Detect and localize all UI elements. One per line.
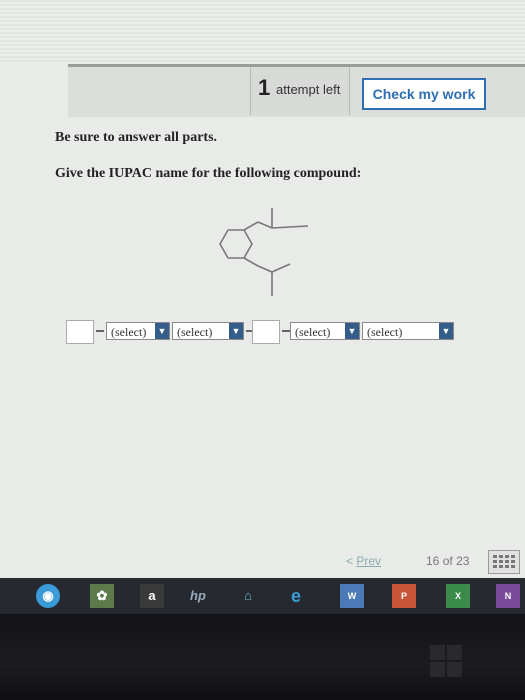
store-icon[interactable]: ⌂: [236, 584, 260, 608]
select-2-value: (select): [177, 325, 213, 339]
cyclohexane-ring-upper: [219, 229, 253, 259]
prefix-input-1[interactable]: [66, 320, 94, 344]
bond-upper-1: [243, 221, 259, 231]
word-icon[interactable]: W: [340, 584, 364, 608]
select-dropdown-1[interactable]: (select) ▼: [106, 322, 170, 340]
check-my-work-button[interactable]: Check my work: [362, 78, 486, 110]
select-dropdown-4[interactable]: (select) ▼: [362, 322, 454, 340]
chevron-down-icon: ▼: [345, 323, 359, 339]
prev-label: Prev: [356, 554, 382, 568]
select-dropdown-3[interactable]: (select) ▼: [290, 322, 360, 340]
edge-icon[interactable]: e: [284, 584, 308, 608]
attempt-label: attempt left: [276, 82, 341, 97]
bond-upper-2: [257, 221, 273, 229]
powerpoint-icon[interactable]: P: [392, 584, 416, 608]
compound-structure-image: [219, 208, 309, 296]
bond-lower-chain: [271, 263, 291, 273]
instructions-text: Be sure to answer all parts.: [55, 130, 218, 145]
prefix-input-2[interactable]: [252, 320, 280, 344]
question-text: Give the IUPAC name for the following co…: [55, 166, 362, 181]
hp-icon[interactable]: hp: [186, 584, 210, 608]
windows-logo-icon: [430, 645, 462, 677]
answer-row: (select) ▼ (select) ▼ (select) ▼ (select…: [66, 316, 466, 346]
chevron-down-icon: ▼: [155, 323, 169, 339]
select-1-value: (select): [111, 325, 147, 339]
onenote-icon[interactable]: N: [496, 584, 520, 608]
top-strip: [0, 0, 525, 62]
browser-content: 1 attempt left Check my work Be sure to …: [0, 0, 525, 578]
chevron-down-icon: ▼: [229, 323, 243, 339]
excel-icon[interactable]: X: [446, 584, 470, 608]
attempt-count: 1: [258, 75, 271, 100]
hyphen-3: [282, 330, 290, 332]
bond-lower-2: [257, 265, 273, 273]
select-dropdown-2[interactable]: (select) ▼: [172, 322, 244, 340]
chevron-left-icon: <: [346, 554, 354, 568]
bond-upper-chain: [271, 225, 309, 229]
hyphen-1: [96, 330, 104, 332]
select-3-value: (select): [295, 325, 331, 339]
page-total: 23: [456, 554, 470, 568]
chevron-down-icon: ▼: [439, 323, 453, 339]
photos-icon[interactable]: ✿: [90, 584, 114, 608]
page-counter: 16 of 23: [426, 554, 469, 568]
select-4-value: (select): [367, 325, 403, 339]
cyclohexane-ring-lower: [220, 258, 252, 286]
prev-link[interactable]: < Prev: [346, 554, 381, 568]
circle-app-icon[interactable]: ◉: [36, 584, 60, 608]
page-current: 16: [426, 554, 440, 568]
question-grid-icon[interactable]: [488, 550, 520, 574]
amazon-icon[interactable]: a: [140, 584, 164, 608]
page-of: of: [442, 554, 453, 568]
